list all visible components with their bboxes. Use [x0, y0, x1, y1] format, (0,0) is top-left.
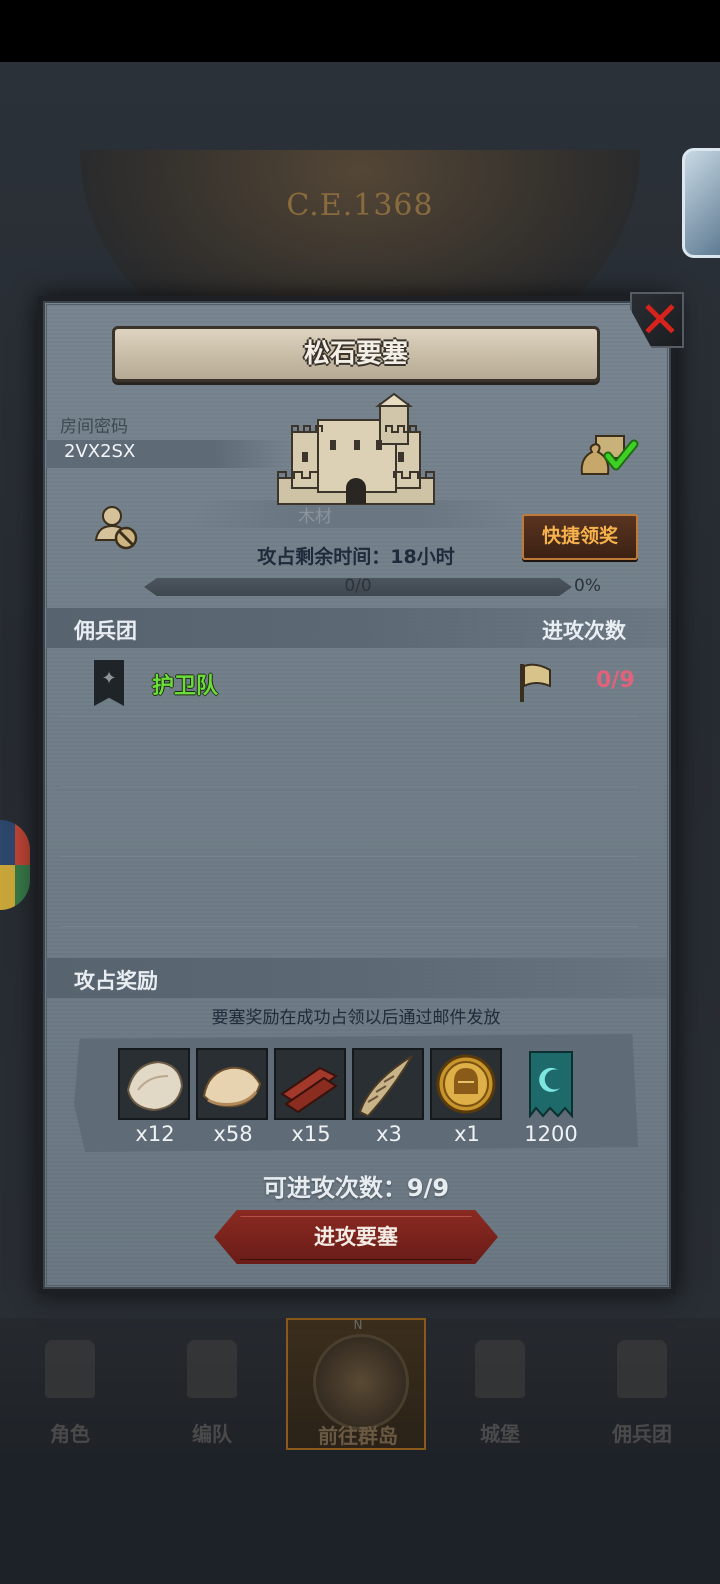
list-divider [60, 926, 638, 927]
reward-slot[interactable] [352, 1048, 424, 1120]
fur-pelt-icon [126, 1060, 184, 1112]
list-divider [60, 856, 638, 857]
era-label: C.E.1368 [286, 188, 434, 223]
close-icon[interactable]: ✕ [636, 294, 684, 346]
mercenary-attack-count: 0/9 [596, 668, 635, 693]
room-code-value[interactable]: 2VX2SX [64, 441, 135, 462]
attacks-remaining: 可进攻次数：9/9 [262, 1174, 450, 1202]
reward-qty: x58 [213, 1122, 253, 1146]
nav-item-label: 佣兵团 [612, 1422, 672, 1446]
nav-item-label: 城堡 [480, 1422, 520, 1446]
nav-item-formation[interactable]: 编队 [142, 1318, 282, 1450]
reward-qty: x1 [454, 1122, 480, 1146]
castle-icon [475, 1340, 525, 1398]
room-code-label: 房间密码 [60, 417, 128, 437]
nav-item-mercenaries[interactable]: 佣兵团 [572, 1318, 712, 1450]
flag-icon [520, 663, 551, 702]
fortress-castle-icon [277, 392, 435, 505]
dialog-title: 松石要塞 [303, 339, 408, 369]
compass-north-label: N [353, 1318, 363, 1332]
reward-slot[interactable] [196, 1048, 268, 1120]
list-divider [60, 716, 638, 717]
bottom-band [0, 1450, 720, 1584]
ship-icon [617, 1340, 667, 1398]
reward-qty: 1200 [524, 1122, 578, 1146]
nav-item-islands[interactable]: N 前往群岛 [286, 1318, 426, 1450]
nav-item-label: 编队 [192, 1422, 232, 1446]
reward-qty: x12 [135, 1122, 175, 1146]
occupy-time-remaining: 攻占剩余时间：18小时 [257, 546, 455, 568]
occupy-progress-text: 0/0 [344, 576, 372, 596]
knight-helmet-coin-icon [436, 1054, 496, 1114]
nav-item-label: 角色 [50, 1422, 90, 1446]
nav-item-label: 前往群岛 [318, 1424, 398, 1448]
mercenary-header-label: 佣兵团 [74, 619, 137, 643]
occupy-progress-percent: 0% [574, 576, 601, 596]
compass-icon [313, 1334, 409, 1430]
reward-slot[interactable] [528, 1050, 574, 1119]
player-avatar[interactable] [682, 148, 720, 258]
attack-fortress-label[interactable]: 进攻要塞 [214, 1210, 498, 1264]
reward-slot[interactable] [430, 1048, 502, 1120]
leaf-icon: ✦ [101, 668, 117, 689]
reward-qty: x15 [291, 1122, 331, 1146]
attack-count-header-label: 进攻次数 [542, 619, 626, 643]
mercenary-name[interactable]: 护卫队 [152, 668, 218, 700]
nav-item-castle[interactable]: 城堡 [430, 1318, 570, 1450]
status-bar [0, 0, 720, 62]
helmet-icon [187, 1340, 237, 1398]
claimed-resources-icon [580, 435, 639, 475]
rewards-note: 要塞奖励在成功占领以后通过邮件发放 [211, 1008, 501, 1028]
reward-qty: x3 [376, 1122, 402, 1146]
rewards-header-label: 攻占奖励 [74, 969, 158, 993]
horn-icon [358, 1055, 413, 1118]
banner-moon-icon [529, 1051, 573, 1119]
list-divider [60, 786, 638, 787]
wool-hide-icon [202, 1066, 262, 1108]
nav-item-character[interactable]: 角色 [0, 1318, 140, 1450]
knight-icon [45, 1340, 95, 1398]
reward-slot[interactable] [118, 1048, 190, 1120]
reward-slot[interactable] [274, 1048, 346, 1120]
wood-planks-icon [280, 1066, 338, 1114]
